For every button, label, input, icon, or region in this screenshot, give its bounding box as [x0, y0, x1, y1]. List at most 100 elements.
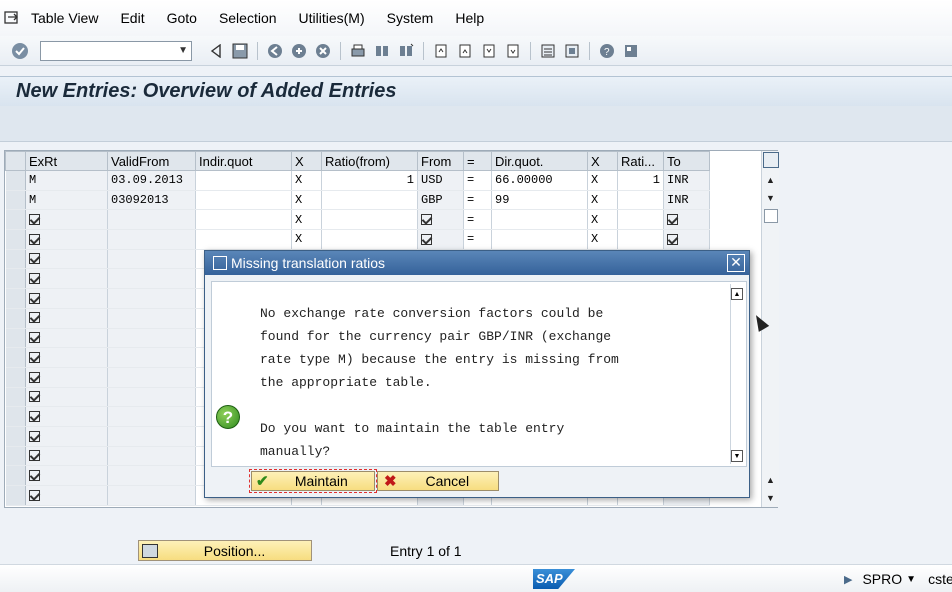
find-icon[interactable] [372, 41, 392, 61]
menu-table-view[interactable]: Table View [31, 10, 98, 26]
expand-status-icon[interactable]: ▶ [844, 573, 852, 586]
row-selector[interactable] [5, 406, 26, 427]
col-header-ratio-to[interactable]: Rati... [617, 151, 664, 171]
cell-indir-quot[interactable] [195, 229, 292, 250]
cell-validfrom[interactable] [107, 465, 196, 486]
input-help-icon[interactable] [421, 214, 432, 226]
table-row[interactable]: X = X [5, 229, 710, 250]
cell-validfrom[interactable] [107, 229, 196, 250]
cell-exrt[interactable] [25, 406, 108, 427]
cell-from[interactable] [417, 229, 464, 250]
select-all-header[interactable] [5, 151, 26, 171]
cell-exrt[interactable]: M [25, 170, 108, 191]
scroll-down-icon[interactable]: ▼ [766, 193, 775, 203]
cell-indir-quot[interactable] [195, 170, 292, 191]
position-button[interactable]: Position... [138, 540, 312, 561]
input-help-icon[interactable] [29, 450, 40, 462]
input-help-icon[interactable] [667, 233, 678, 245]
table-settings-icon[interactable] [763, 152, 779, 168]
next-page-icon[interactable] [479, 41, 499, 61]
row-selector[interactable] [5, 465, 26, 486]
cell-validfrom[interactable] [107, 367, 196, 388]
input-help-icon[interactable] [29, 233, 40, 245]
row-selector[interactable] [5, 288, 26, 309]
scroll-thumb[interactable] [764, 209, 778, 223]
col-header-from[interactable]: From [417, 151, 464, 171]
enter-icon[interactable] [10, 41, 30, 61]
row-selector[interactable] [5, 426, 26, 447]
cell-validfrom[interactable] [107, 288, 196, 309]
col-header-exrt[interactable]: ExRt [25, 151, 108, 171]
col-header-indir-quot[interactable]: Indir.quot [195, 151, 292, 171]
menu-system[interactable]: System [387, 10, 434, 26]
cell-validfrom[interactable] [107, 328, 196, 349]
cell-ratio-to[interactable] [617, 209, 664, 231]
cell-exrt[interactable] [25, 485, 108, 506]
transaction-code[interactable]: SPRO [862, 571, 902, 587]
customize-layout-icon[interactable] [621, 41, 641, 61]
system-menu-icon[interactable] [3, 9, 21, 27]
cell-to[interactable] [663, 209, 710, 231]
menu-utilities[interactable]: Utilities(M) [299, 10, 365, 26]
cell-to[interactable]: INR [663, 190, 710, 211]
back-circle-icon[interactable] [265, 41, 285, 61]
scroll-up-bottom-icon[interactable]: ▲ [766, 475, 775, 485]
save-icon[interactable] [230, 41, 250, 61]
cell-ratio-from[interactable] [321, 190, 418, 211]
cell-exrt[interactable] [25, 229, 108, 250]
input-help-icon[interactable] [29, 410, 40, 422]
cell-from[interactable]: USD [417, 170, 464, 191]
cell-ratio-to[interactable]: 1 [617, 170, 664, 191]
input-help-icon[interactable] [29, 312, 40, 324]
cell-exrt[interactable] [25, 367, 108, 388]
scroll-down-icon[interactable]: ▼ [731, 450, 743, 462]
cell-dir-quot[interactable] [491, 229, 588, 250]
col-header-eq[interactable]: = [463, 151, 492, 171]
scroll-up-icon[interactable]: ▲ [766, 175, 775, 185]
row-selector[interactable] [5, 367, 26, 388]
help-icon[interactable]: ? [597, 41, 617, 61]
cell-validfrom[interactable] [107, 387, 196, 408]
new-session-icon[interactable] [538, 41, 558, 61]
exit-icon[interactable] [289, 41, 309, 61]
cell-exrt[interactable] [25, 387, 108, 408]
table-row[interactable]: X = X [5, 209, 710, 231]
cell-exrt[interactable] [25, 465, 108, 486]
cell-from[interactable] [417, 209, 464, 231]
row-selector[interactable] [5, 268, 26, 290]
row-selector[interactable] [5, 446, 26, 467]
input-help-icon[interactable] [29, 489, 40, 501]
chevron-down-icon[interactable]: ▼ [906, 574, 916, 585]
cell-ratio-from[interactable] [321, 229, 418, 250]
cell-validfrom[interactable] [107, 249, 196, 270]
input-help-icon[interactable] [29, 273, 40, 285]
row-selector[interactable] [5, 485, 26, 506]
cell-exrt[interactable] [25, 249, 108, 270]
row-selector[interactable] [5, 170, 26, 191]
cell-exrt[interactable] [25, 288, 108, 309]
row-selector[interactable] [5, 308, 26, 329]
input-help-icon[interactable] [29, 469, 40, 481]
input-help-icon[interactable] [421, 233, 432, 245]
col-header-ratio-from[interactable]: Ratio(from) [321, 151, 418, 171]
input-help-icon[interactable] [29, 214, 40, 226]
row-selector[interactable] [5, 229, 26, 250]
last-page-icon[interactable] [503, 41, 523, 61]
cell-exrt[interactable] [25, 268, 108, 290]
dialog-system-icon[interactable] [213, 256, 227, 270]
cell-validfrom[interactable] [107, 446, 196, 467]
table-row[interactable]: M 03092013 X GBP = 99 X INR [5, 190, 710, 211]
scroll-down-bottom-icon[interactable]: ▼ [766, 493, 775, 503]
cell-exrt[interactable] [25, 446, 108, 467]
input-help-icon[interactable] [29, 371, 40, 383]
print-icon[interactable] [348, 41, 368, 61]
maintain-button[interactable]: ✔ Maintain [249, 469, 377, 493]
first-page-icon[interactable] [431, 41, 451, 61]
col-header-to[interactable]: To [663, 151, 710, 171]
dialog-title-bar[interactable]: Missing translation ratios [205, 251, 749, 275]
row-selector[interactable] [5, 249, 26, 270]
row-selector[interactable] [5, 328, 26, 349]
cell-ratio-to[interactable] [617, 229, 664, 250]
shortcut-icon[interactable] [562, 41, 582, 61]
cell-indir-quot[interactable] [195, 209, 292, 231]
